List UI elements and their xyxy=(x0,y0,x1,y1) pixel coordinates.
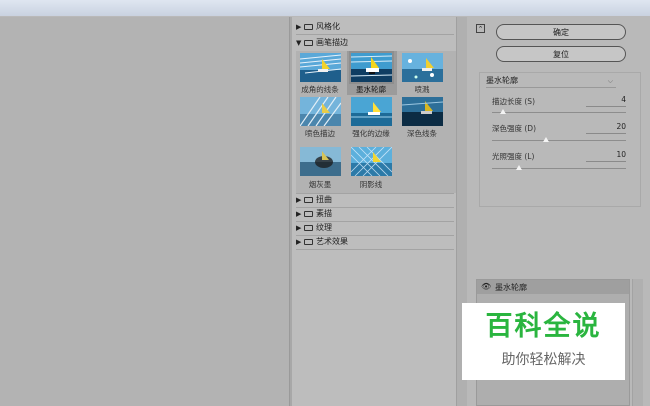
category-distort[interactable]: ▶ 扭曲 xyxy=(296,194,332,205)
filter-select-value: 墨水轮廓 xyxy=(486,76,518,85)
category-label: 素描 xyxy=(316,209,332,218)
preview-canvas[interactable] xyxy=(0,17,290,406)
filter-thumb-angled-strokes[interactable] xyxy=(300,53,341,82)
expand-arrow-icon: ▶ xyxy=(296,210,302,218)
divider xyxy=(296,34,454,35)
effect-layer-row[interactable]: 👁 墨水轮廓 xyxy=(477,280,629,294)
sailboat-thumbnail-icon xyxy=(402,53,443,82)
folder-icon xyxy=(304,225,313,231)
category-stylize[interactable]: ▶ 风格化 xyxy=(296,21,340,32)
folder-open-icon xyxy=(304,40,313,46)
filter-gallery: ▶ 风格化 ▼ 画笔描边 成角的线条 墨水轮廓 喷溅 喷色描边 强化的边缘 深色… xyxy=(292,17,467,406)
folder-icon xyxy=(304,197,313,203)
stroke-length-slider[interactable] xyxy=(492,112,626,113)
filter-label: 阴影线 xyxy=(359,180,383,189)
folder-icon xyxy=(304,24,313,30)
filter-label: 烟灰墨 xyxy=(308,180,332,189)
light-intensity-slider[interactable] xyxy=(492,168,626,169)
dark-intensity-slider-knob[interactable] xyxy=(542,137,549,142)
filter-thumb-crosshatch[interactable] xyxy=(351,147,392,176)
light-intensity-slider-knob[interactable] xyxy=(515,165,522,170)
sailboat-thumbnail-icon xyxy=(351,147,392,176)
filter-label: 强化的边缘 xyxy=(352,129,390,138)
folder-icon xyxy=(304,239,313,245)
dark-intensity-input[interactable]: 20 xyxy=(586,122,626,134)
folder-icon xyxy=(304,211,313,217)
filter-thumb-dark-strokes[interactable] xyxy=(402,97,443,126)
eye-icon[interactable]: 👁 xyxy=(481,283,491,291)
filter-label: 喷溅 xyxy=(414,85,430,94)
filter-label: 喷色描边 xyxy=(305,129,335,138)
sailboat-thumbnail-icon xyxy=(300,53,341,82)
category-brush-strokes[interactable]: ▼ 画笔描边 xyxy=(296,37,348,48)
reset-button[interactable]: 复位 xyxy=(496,46,626,62)
watermark-subtitle: 助你轻松解决 xyxy=(501,352,586,368)
category-artistic[interactable]: ▶ 艺术效果 xyxy=(296,236,348,247)
sailboat-thumbnail-icon xyxy=(351,97,392,126)
category-label: 艺术效果 xyxy=(316,237,348,246)
sailboat-thumbnail-icon xyxy=(402,97,443,126)
filter-thumbnails-area: 成角的线条 墨水轮廓 喷溅 喷色描边 强化的边缘 深色线条 烟灰墨 阴影线 xyxy=(296,51,456,193)
chevron-down-icon: ⌵ xyxy=(607,77,613,85)
dark-intensity-label: 深色强度 (D) xyxy=(492,124,537,133)
expand-arrow-icon: ▶ xyxy=(296,196,302,204)
light-intensity-label: 光照强度 (L) xyxy=(492,152,535,161)
collapse-gallery-icon[interactable]: ⌃ xyxy=(476,24,485,33)
watermark-logo: 百科全说 助你轻松解决 xyxy=(462,303,625,380)
filter-label: 墨水轮廓 xyxy=(356,85,386,94)
filter-thumb-accented-edges[interactable] xyxy=(351,97,392,126)
stroke-length-label: 描边长度 (S) xyxy=(492,97,535,106)
watermark-title: 百科全说 xyxy=(485,311,602,342)
expand-arrow-icon: ▶ xyxy=(296,224,302,232)
sailboat-thumbnail-icon xyxy=(351,53,392,82)
title-bar xyxy=(0,0,650,16)
category-label: 扭曲 xyxy=(316,195,332,204)
category-label: 风格化 xyxy=(316,22,340,31)
category-label: 画笔描边 xyxy=(316,38,348,47)
filter-thumb-sumi-e[interactable] xyxy=(300,147,341,176)
filter-select[interactable]: 墨水轮廓 ⌵ xyxy=(486,75,616,88)
category-sketch[interactable]: ▶ 素描 xyxy=(296,208,332,219)
filter-label: 成角的线条 xyxy=(301,85,339,94)
stroke-length-input[interactable]: 4 xyxy=(586,95,626,107)
collapse-arrow-icon: ▼ xyxy=(296,39,302,47)
light-intensity-input[interactable]: 10 xyxy=(586,150,626,162)
ok-button[interactable]: 确定 xyxy=(496,24,626,40)
expand-arrow-icon: ▶ xyxy=(296,238,302,246)
filter-thumb-ink-outlines[interactable] xyxy=(349,51,394,84)
sailboat-thumbnail-icon xyxy=(300,147,341,176)
filter-label: 深色线条 xyxy=(407,129,437,138)
stroke-length-slider-knob[interactable] xyxy=(499,109,506,114)
filter-thumb-sprayed-strokes[interactable] xyxy=(300,97,341,126)
divider xyxy=(296,249,454,250)
category-texture[interactable]: ▶ 纹理 xyxy=(296,222,332,233)
effect-layer-label: 墨水轮廓 xyxy=(495,283,527,292)
expand-arrow-icon: ▶ xyxy=(296,23,302,31)
layers-scrollbar[interactable] xyxy=(632,279,643,406)
category-label: 纹理 xyxy=(316,223,332,232)
sailboat-thumbnail-icon xyxy=(300,97,341,126)
filter-thumb-spatter[interactable] xyxy=(402,53,443,82)
dark-intensity-slider[interactable] xyxy=(492,140,626,141)
